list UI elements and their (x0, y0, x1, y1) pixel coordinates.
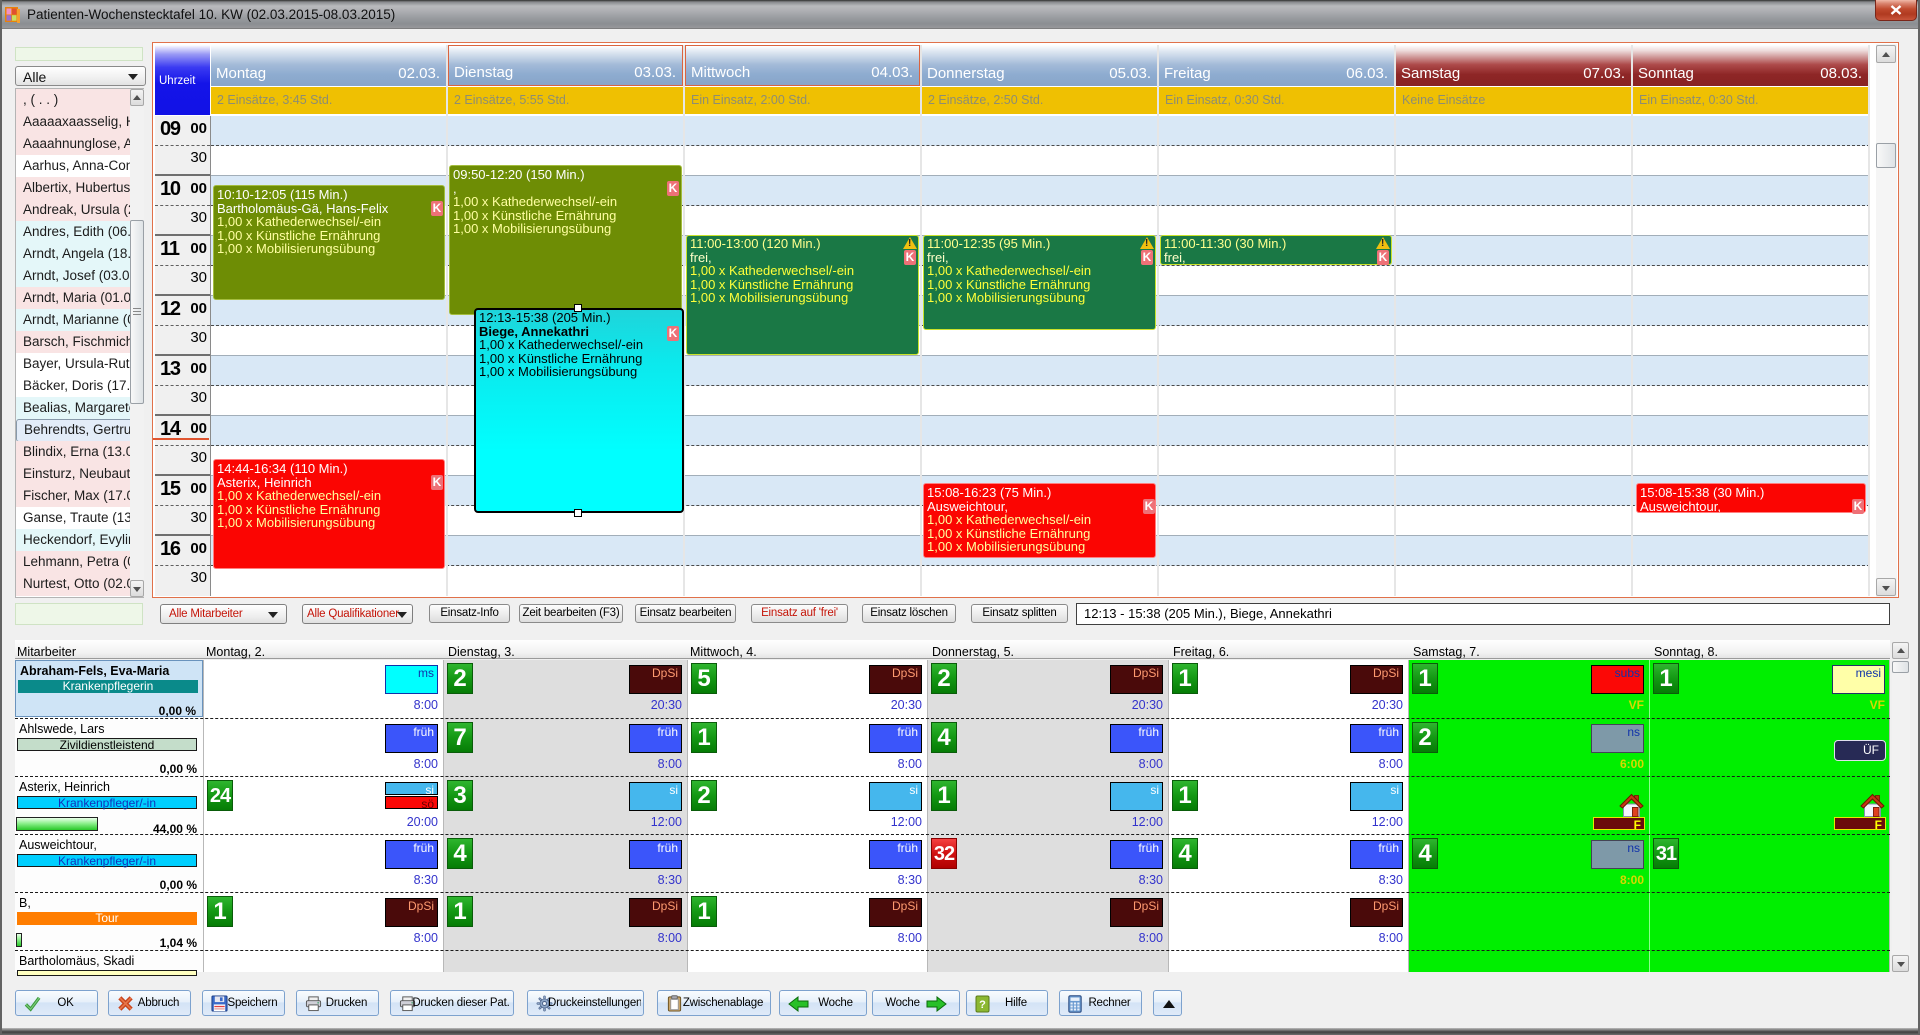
svg-text:?: ? (979, 999, 986, 1011)
